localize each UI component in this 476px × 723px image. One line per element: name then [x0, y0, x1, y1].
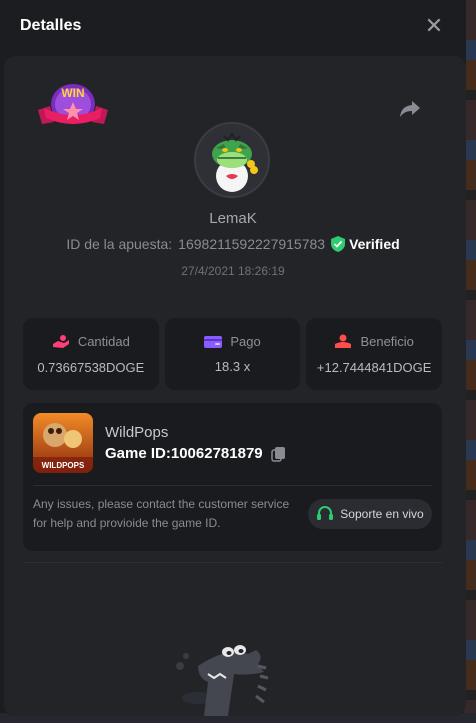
copy-icon[interactable] [270, 446, 287, 462]
profit-hand-icon [335, 334, 352, 348]
live-support-label: Soporte en vivo [340, 507, 424, 521]
dialog-title: Detalles [20, 17, 82, 34]
game-id-text: Game ID:10062781879 [105, 445, 263, 462]
stat-label-row: Cantidad [52, 334, 130, 350]
coins-hand-icon [52, 334, 69, 348]
verified-badge: Verified [331, 236, 400, 252]
crocodile-mascot-icon [176, 645, 269, 716]
section-divider [23, 562, 442, 563]
dialog-header: Detalles ✕ [0, 0, 466, 52]
stat-value: +12.7444841DOGE [316, 359, 432, 375]
game-name: WildPops [105, 424, 169, 441]
game-id-row: Game ID:10062781879 [105, 445, 287, 462]
stat-beneficio: Beneficio +12.7444841DOGE [306, 318, 443, 390]
stat-value: 18.3 x [214, 359, 251, 374]
stat-cantidad: Cantidad 0.73667538DOGE [23, 318, 159, 390]
win-badge-text: WIN [61, 86, 84, 100]
game-id-label: Game ID: [105, 445, 171, 462]
live-support-button[interactable]: Soporte en vivo [308, 499, 432, 529]
avatar [194, 122, 270, 198]
bet-id-row: ID de la apuesta: 1698211592227915783 Ve… [0, 236, 466, 252]
stats-row: Cantidad 0.73667538DOGE Pago 18.3 x Bene… [23, 318, 443, 390]
stat-label: Pago [230, 334, 261, 349]
shield-check-icon [331, 236, 346, 252]
bet-timestamp: 27/4/2021 18:26:19 [181, 264, 285, 278]
stat-label: Cantidad [77, 334, 130, 349]
share-icon[interactable] [398, 96, 422, 120]
support-info-text: Any issues, please contact the customer … [33, 497, 290, 530]
wallet-icon [204, 335, 223, 348]
game-box-divider [33, 485, 432, 486]
win-badge-icon: WIN [38, 84, 108, 124]
game-info-box: WILDPOPS WildPops Game ID:10062781879 An… [23, 403, 442, 551]
game-id-value: 10062781879 [170, 445, 263, 462]
username: LemaK [209, 210, 257, 227]
stat-value: 0.73667538DOGE [37, 359, 145, 375]
verified-label: Verified [349, 236, 400, 252]
stat-label: Beneficio [360, 334, 414, 349]
stat-pago: Pago 18.3 x [164, 318, 301, 390]
headset-icon [317, 506, 334, 520]
game-thumb-text: WILDPOPS [42, 461, 85, 470]
bet-id-label: ID de la apuesta: [66, 236, 173, 252]
stat-label-row: Pago [204, 334, 261, 349]
stat-label-row: Beneficio [334, 334, 414, 350]
bet-id-value: 1698211592227915783 [178, 236, 326, 252]
close-icon[interactable]: ✕ [422, 13, 446, 38]
game-thumbnail[interactable]: WILDPOPS [33, 413, 93, 473]
